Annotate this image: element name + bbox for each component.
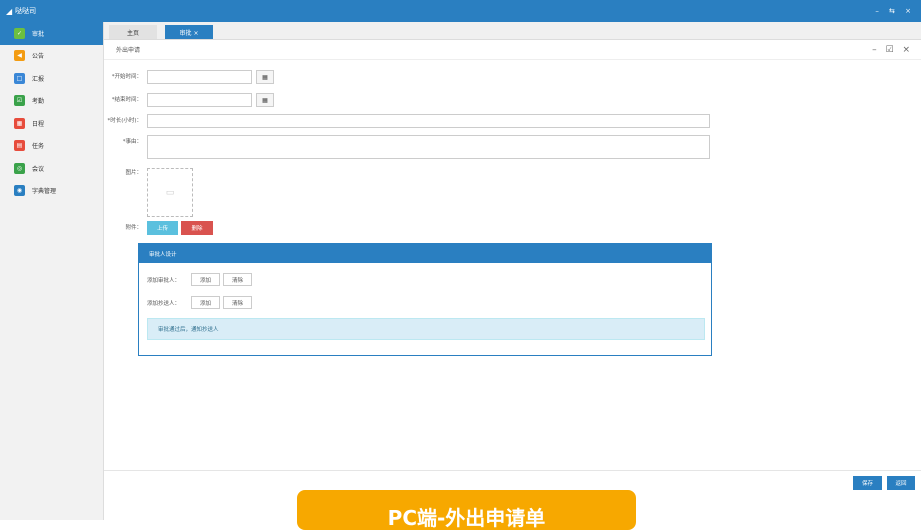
sidebar-item-label: 公告 — [32, 53, 45, 61]
app-logo-icon: ◢ — [6, 6, 13, 16]
tab-bar: 主页 审批 × — [104, 22, 921, 40]
calendar-icon[interactable]: ▦ — [256, 93, 274, 107]
sidebar-item-label: 任务 — [32, 143, 45, 151]
approval-info-note: 审批通过后，通知抄送人 — [147, 318, 705, 340]
app-title: 哒哒司 — [15, 7, 37, 15]
sidebar-item-label: 审批 — [32, 30, 45, 38]
sidebar-item-meeting[interactable]: ◎ 会议 — [0, 157, 103, 180]
sidebar-item-dictionary[interactable]: ◉ 字典管理 — [0, 180, 103, 203]
end-time-label: *结束时间： — [111, 97, 142, 103]
sidebar: ✓ 审批 ◀ 公告 □ 汇报 ☑ 考勤 ▦ 日程 ▤ 任务 ◎ 会议 ◉ 字典管… — [0, 22, 104, 520]
approver-row: 添加审批人： 添加 清除 — [147, 273, 252, 286]
delete-button[interactable]: 删除 — [181, 221, 213, 235]
add-approver-button[interactable]: 添加 — [191, 273, 220, 286]
sidebar-item-approval[interactable]: ✓ 审批 — [0, 22, 103, 45]
duration-label: *时长(小时)： — [107, 118, 142, 124]
sidebar-item-task[interactable]: ▤ 任务 — [0, 135, 103, 158]
image-placeholder-icon: ▭ — [165, 187, 175, 198]
sidebar-item-announcement[interactable]: ◀ 公告 — [0, 45, 103, 68]
calendar-icon[interactable]: ▦ — [256, 70, 274, 84]
image-label: 图片： — [125, 170, 142, 176]
back-button[interactable]: 返回 — [887, 476, 915, 490]
sidebar-item-label: 会议 — [32, 165, 45, 173]
sidebar-item-calendar[interactable]: ▦ 日程 — [0, 112, 103, 135]
attendance-icon: ☑ — [14, 95, 25, 107]
duration-input[interactable] — [147, 114, 710, 128]
approval-design-panel: 审批人设计 添加审批人： 添加 清除 添加抄送人： 添加 清除 审批通过后，通知… — [138, 243, 712, 356]
clear-approver-button[interactable]: 清除 — [223, 273, 252, 286]
start-time-label: *开始时间： — [111, 74, 142, 80]
reason-textarea[interactable] — [147, 135, 710, 159]
panel-header: 外出申请 – ☑ × — [104, 40, 921, 60]
end-time-input[interactable] — [147, 93, 252, 107]
clear-cc-button[interactable]: 清除 — [223, 296, 252, 309]
attachment-label: 附件： — [125, 225, 142, 231]
calendar-icon: ▦ — [14, 117, 25, 129]
page-title: 外出申请 — [116, 47, 141, 54]
save-button[interactable]: 保存 — [853, 476, 882, 490]
approval-icon: ✓ — [14, 27, 25, 39]
panel-controls[interactable]: – ☑ × — [872, 45, 913, 55]
cc-label: 添加抄送人： — [147, 300, 181, 307]
window-controls[interactable]: – ⇆ × — [875, 7, 915, 15]
upload-button[interactable]: 上传 — [147, 221, 178, 235]
reason-label: *事由： — [122, 139, 142, 145]
caption-banner: PC端-外出申请单 — [297, 490, 636, 530]
sidebar-item-label: 考勤 — [32, 98, 45, 106]
tab-approval[interactable]: 审批 × — [165, 25, 213, 39]
dictionary-icon: ◉ — [14, 185, 25, 197]
start-time-input[interactable] — [147, 70, 252, 84]
image-upload-box[interactable]: ▭ — [147, 168, 193, 217]
sidebar-item-label: 汇报 — [32, 75, 45, 83]
cc-row: 添加抄送人： 添加 清除 — [147, 296, 252, 309]
sidebar-item-label: 日程 — [32, 120, 45, 128]
add-cc-button[interactable]: 添加 — [191, 296, 220, 309]
meeting-icon: ◎ — [14, 162, 25, 174]
sidebar-item-report[interactable]: □ 汇报 — [0, 67, 103, 90]
footer-divider — [104, 470, 921, 471]
approval-title: 审批人设计 — [139, 244, 711, 263]
task-icon: ▤ — [14, 140, 25, 152]
report-icon: □ — [14, 72, 25, 84]
approver-label: 添加审批人： — [147, 277, 181, 284]
title-bar: ◢ 哒哒司 – ⇆ × — [0, 0, 921, 22]
sidebar-item-attendance[interactable]: ☑ 考勤 — [0, 90, 103, 113]
sidebar-item-label: 字典管理 — [32, 188, 57, 196]
announcement-icon: ◀ — [14, 50, 25, 62]
tab-home[interactable]: 主页 — [109, 25, 157, 39]
